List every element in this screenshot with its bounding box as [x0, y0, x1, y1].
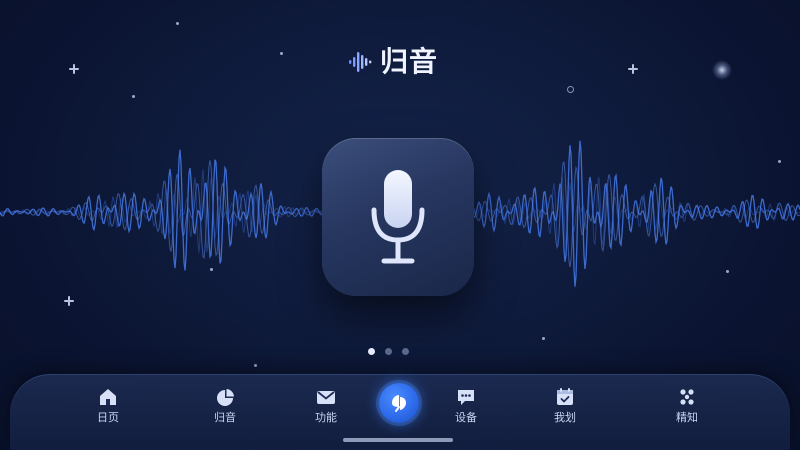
nav-label-function: 功能	[315, 411, 337, 424]
waveform-line	[0, 149, 327, 271]
waveform-line	[0, 169, 327, 253]
nav-item-guiyin[interactable]: 归音	[195, 386, 255, 432]
mail-icon	[317, 391, 335, 404]
star-icon	[69, 64, 79, 74]
star-dot	[254, 364, 257, 367]
nav-item-knowledge[interactable]: 精知	[657, 386, 717, 432]
page-dot-3[interactable]	[402, 348, 409, 355]
app-logo: 归音	[348, 44, 438, 80]
dots-grid-icon	[680, 389, 694, 405]
nav-label-device: 设备	[455, 411, 477, 424]
star-dot	[542, 337, 545, 340]
nav-label-knowledge: 精知	[676, 411, 698, 424]
calendar-icon	[557, 388, 573, 405]
app-title: 归音	[380, 45, 439, 78]
page-dot-1[interactable]	[368, 348, 375, 355]
assistant-fab-button[interactable]	[379, 383, 419, 423]
microphone-icon	[371, 170, 425, 264]
home-icon	[100, 389, 116, 405]
star-dot	[280, 52, 283, 55]
nav-label-guiyin: 归音	[214, 411, 236, 424]
nav-item-home[interactable]: 日页	[78, 386, 138, 432]
waveform-icon	[349, 52, 372, 72]
nav-item-function[interactable]: 功能	[296, 386, 356, 432]
page-indicator	[368, 348, 409, 355]
chat-bubble-icon	[458, 390, 474, 405]
star-ring-icon	[567, 86, 574, 93]
star-dot	[132, 95, 135, 98]
glowing-star-icon	[712, 60, 732, 80]
leaf-fab-icon	[392, 395, 406, 412]
record-button[interactable]	[322, 138, 474, 296]
page-dot-2[interactable]	[385, 348, 392, 355]
nav-item-device[interactable]: 设备	[436, 386, 496, 432]
nav-label-plan: 我划	[554, 411, 576, 424]
home-indicator[interactable]	[343, 438, 453, 442]
star-dot	[176, 22, 179, 25]
star-icon	[628, 64, 638, 74]
nav-label-home: 日页	[97, 411, 119, 424]
pie-chart-icon	[217, 389, 234, 406]
nav-item-plan[interactable]: 我划	[535, 386, 595, 432]
